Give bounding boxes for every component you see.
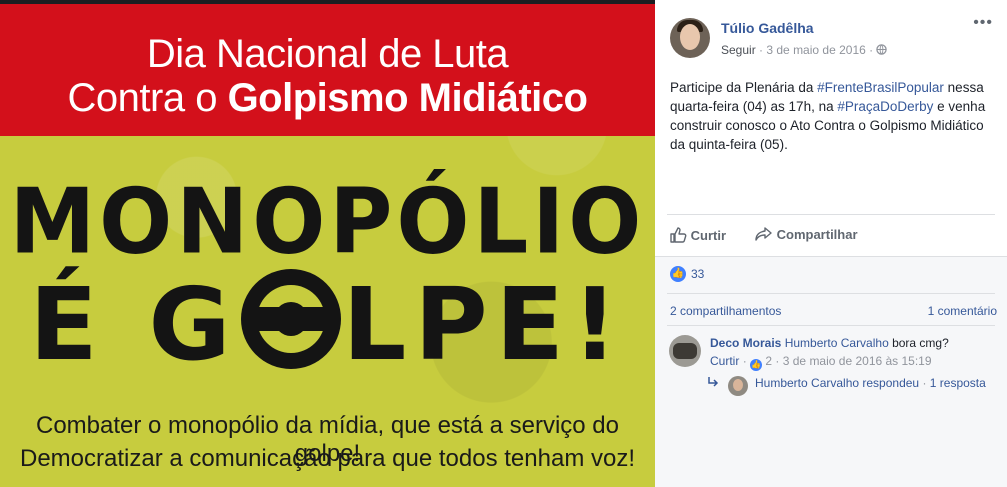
reply-count[interactable]: 1 resposta <box>930 376 986 390</box>
share-label: Compartilhar <box>776 227 858 242</box>
post-meta: Seguir · 3 de maio de 2016 · <box>721 43 888 57</box>
commenter-name[interactable]: Deco Morais <box>710 336 781 350</box>
reply-text[interactable]: Humberto Carvalho respondeu <box>755 376 919 390</box>
author-avatar[interactable] <box>670 18 710 58</box>
share-arrow-icon <box>755 227 772 241</box>
comment-date[interactable]: 3 de maio de 2016 às 15:19 <box>783 354 932 368</box>
like-reaction-icon: 👍 <box>670 266 686 282</box>
follow-link[interactable]: Seguir <box>721 43 756 57</box>
comment-like-link[interactable]: Curtir <box>710 354 739 368</box>
globe-icon <box>876 44 888 55</box>
feedback-area <box>655 256 1007 487</box>
post-panel: Túlio Gadêlha Seguir · 3 de maio de 2016… <box>655 0 1007 487</box>
headline-line-2: É G LPE! <box>0 266 655 383</box>
hashtag-link[interactable]: #FrenteBrasilPopular <box>817 80 944 95</box>
banner-line-2-bold: Golpismo Midiático <box>227 76 588 120</box>
post-image[interactable]: Dia Nacional de Luta Contra o Golpismo M… <box>0 4 655 487</box>
post-date[interactable]: 3 de maio de 2016 <box>766 43 865 57</box>
meta-separator: · <box>759 43 764 57</box>
banner-line-2-normal: Contra o <box>67 76 218 120</box>
post-text: Participe da Plenária da #FrenteBrasilPo… <box>670 78 1000 154</box>
share-button[interactable]: Compartilhar <box>755 226 858 242</box>
meta-separator: · <box>742 354 747 368</box>
headline-line-1: MONOPÓLIO <box>9 169 646 275</box>
red-banner: Dia Nacional de Luta Contra o Golpismo M… <box>0 4 655 136</box>
comments-count[interactable]: 1 comentário <box>928 304 997 318</box>
reply-arrow-icon <box>708 377 719 387</box>
replier-avatar[interactable] <box>728 376 748 396</box>
commenter-avatar[interactable] <box>669 335 701 367</box>
divider <box>667 214 995 215</box>
comment-like-count[interactable]: 2 <box>765 354 772 368</box>
divider <box>667 293 995 294</box>
headline-line-2-end: LPE! <box>342 266 626 383</box>
comment-like-icon: 👍 <box>750 359 763 371</box>
hashtag-link[interactable]: #PraçaDoDerby <box>837 99 933 114</box>
banner-line-2: Contra o Golpismo Midiático <box>0 76 655 121</box>
meta-separator: · <box>922 376 927 390</box>
comment-text: Deco Morais Humberto Carvalho bora cmg? <box>710 336 949 350</box>
banner-line-1: Dia Nacional de Luta <box>146 32 509 76</box>
post-text-part: Participe da Plenária da <box>670 80 818 95</box>
ellipsis-icon[interactable]: ••• <box>973 14 993 32</box>
tagged-user[interactable]: Humberto Carvalho <box>785 336 889 350</box>
footer-line-2: Democratizar a comunicação para que todo… <box>20 445 635 472</box>
meta-separator: · <box>775 354 780 368</box>
like-label: Curtir <box>690 228 727 243</box>
shares-count[interactable]: 2 compartilhamentos <box>670 304 781 318</box>
likes-count[interactable]: 33 <box>691 267 704 281</box>
divider <box>667 325 995 326</box>
reply-summary[interactable]: Humberto Carvalho respondeu · 1 resposta <box>755 376 986 390</box>
like-button[interactable]: Curtir <box>669 226 726 244</box>
meta-separator: · <box>869 43 874 57</box>
author-name[interactable]: Túlio Gadêlha <box>721 20 814 36</box>
headline-line-2-start: É G <box>29 266 239 383</box>
divider <box>655 256 1007 257</box>
globo-logo-icon <box>240 269 341 369</box>
thumbs-up-icon <box>670 227 687 243</box>
comment-body: bora cmg? <box>888 336 949 350</box>
comment-meta: Curtir · 👍 2 · 3 de maio de 2016 às 15:1… <box>710 354 932 371</box>
reply-row[interactable] <box>707 376 719 390</box>
